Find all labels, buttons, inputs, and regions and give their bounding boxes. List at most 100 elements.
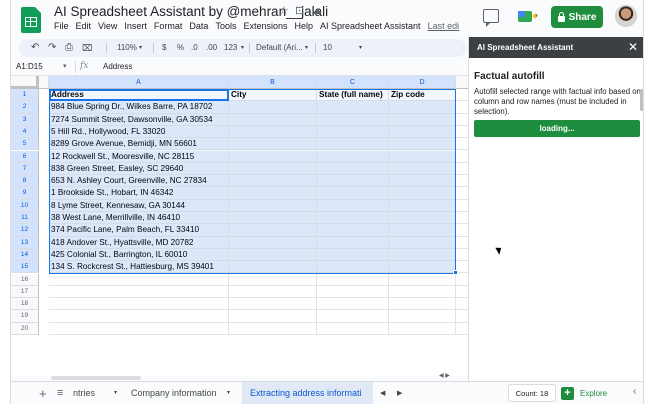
- row-header-8[interactable]: 8: [11, 175, 39, 188]
- side-panel-toggle-icon[interactable]: ‹: [633, 386, 636, 397]
- move-icon[interactable]: ⊡: [295, 4, 304, 17]
- tab-scroll-left-icon[interactable]: ◀: [380, 382, 385, 404]
- menu-file[interactable]: File: [54, 21, 69, 35]
- font-size-select[interactable]: 10: [323, 39, 332, 57]
- cell-e17[interactable]: [456, 286, 468, 299]
- close-icon[interactable]: ✕: [628, 37, 638, 58]
- cell-d19[interactable]: [389, 310, 456, 323]
- comment-icon[interactable]: [483, 9, 499, 27]
- cell-e11[interactable]: [456, 212, 468, 225]
- chevron-down-icon[interactable]: ▾: [114, 382, 117, 404]
- cell-c13[interactable]: [317, 236, 389, 249]
- cell-a6[interactable]: 12 Rockwell St., Mooresville, NC 28115: [49, 150, 229, 163]
- decrease-decimal-button[interactable]: .0: [191, 39, 198, 57]
- cell-a4[interactable]: 5 Hill Rd., Hollywood, FL 33020: [49, 125, 229, 139]
- cell-d12[interactable]: [389, 224, 456, 237]
- cell-d18[interactable]: [389, 298, 456, 311]
- row-header-10[interactable]: 10: [11, 199, 39, 212]
- cell-e5[interactable]: [456, 138, 468, 151]
- cell-a15[interactable]: 134 S. Rockcrest St., Hattiesburg, MS 39…: [49, 261, 229, 274]
- selection-count[interactable]: Count: 18: [508, 384, 556, 402]
- chevron-down-icon[interactable]: ▾: [139, 39, 142, 57]
- redo-icon[interactable]: ↷: [48, 39, 56, 57]
- row-header-2[interactable]: 2: [11, 101, 39, 114]
- cell-a9[interactable]: 1 Brookside St., Hobart, IN 46342: [49, 187, 229, 200]
- fill-handle[interactable]: [453, 270, 458, 275]
- cell-a19[interactable]: [49, 310, 229, 323]
- font-select[interactable]: Default (Ari...: [256, 39, 303, 57]
- menu-extensions[interactable]: Extensions: [243, 21, 287, 35]
- row-header-16[interactable]: 16: [11, 273, 39, 286]
- chevron-down-icon[interactable]: ▾: [227, 382, 230, 404]
- cell-c4[interactable]: [317, 125, 389, 139]
- cell-c5[interactable]: [317, 138, 389, 151]
- cell-a13[interactable]: 418 Andover St., Hyattsville, MD 20782: [49, 236, 229, 249]
- cell-d3[interactable]: [389, 113, 456, 126]
- row-header-5[interactable]: 5: [11, 138, 39, 151]
- menu-help[interactable]: Help: [294, 21, 313, 35]
- menu-tools[interactable]: Tools: [215, 21, 236, 35]
- cell-e13[interactable]: [456, 237, 468, 249]
- cell-d4[interactable]: [389, 125, 456, 139]
- cell-c11[interactable]: [317, 212, 389, 225]
- cell-a2[interactable]: 984 Blue Spring Dr., Wilkes Barre, PA 18…: [49, 101, 229, 114]
- row-header-17[interactable]: 17: [11, 285, 39, 299]
- cell-e18[interactable]: [456, 298, 468, 311]
- chevron-down-icon[interactable]: ▾: [241, 39, 244, 57]
- cell-c19[interactable]: [317, 310, 389, 323]
- cell-c12[interactable]: [317, 224, 389, 237]
- share-button[interactable]: Share: [551, 6, 603, 28]
- column-header-b[interactable]: B: [229, 76, 317, 89]
- menu-view[interactable]: View: [98, 21, 117, 35]
- column-header-d[interactable]: D: [389, 76, 456, 89]
- sidebar-scrollbar[interactable]: [640, 89, 643, 111]
- sheets-logo-icon[interactable]: [21, 7, 41, 33]
- cell-b13[interactable]: [229, 236, 317, 249]
- cell-d14[interactable]: [389, 248, 456, 262]
- cell-e3[interactable]: [456, 114, 468, 126]
- cell-a5[interactable]: 8289 Grove Avenue, Bemidji, MN 56601: [49, 138, 229, 151]
- cell-b1[interactable]: City: [229, 89, 317, 102]
- column-header-e[interactable]: [456, 76, 468, 89]
- horizontal-scrollbar[interactable]: [51, 376, 141, 380]
- cell-b14[interactable]: [229, 248, 317, 262]
- increase-decimal-button[interactable]: .00: [206, 39, 217, 57]
- row-header-6[interactable]: 6: [11, 150, 39, 163]
- cell-d2[interactable]: [389, 101, 456, 114]
- column-header-a[interactable]: A: [49, 76, 229, 89]
- cell-b9[interactable]: [229, 187, 317, 200]
- cell-a17[interactable]: [49, 285, 229, 299]
- avatar[interactable]: [615, 5, 637, 27]
- cell-c14[interactable]: [317, 248, 389, 262]
- row-header-18[interactable]: 18: [11, 298, 39, 311]
- cell-b5[interactable]: [229, 138, 317, 151]
- cell-c2[interactable]: [317, 101, 389, 114]
- row-header-20[interactable]: 20: [11, 322, 39, 335]
- cell-d1[interactable]: Zip code: [389, 89, 456, 102]
- cell-b10[interactable]: [229, 199, 317, 212]
- cell-b18[interactable]: [229, 298, 317, 311]
- cell-b6[interactable]: [229, 150, 317, 163]
- print-icon[interactable]: ⎙: [65, 39, 73, 57]
- cell-b7[interactable]: [229, 162, 317, 176]
- cell-e20[interactable]: [456, 323, 468, 335]
- cell-a3[interactable]: 7274 Summit Street, Dawsonville, GA 3053…: [49, 113, 229, 126]
- cell-c10[interactable]: [317, 199, 389, 212]
- row-header-12[interactable]: 12: [11, 224, 39, 237]
- tab-scroll-right-icon[interactable]: ▶: [397, 382, 402, 404]
- row-header-19[interactable]: 19: [11, 310, 39, 323]
- cell-a14[interactable]: 425 Colonial St., Barrington, IL 60010: [49, 248, 229, 262]
- tab-company-information[interactable]: Company information: [131, 382, 217, 404]
- cell-d10[interactable]: [389, 199, 456, 212]
- select-all-corner[interactable]: [11, 76, 39, 89]
- cell-b3[interactable]: [229, 113, 317, 126]
- cell-a12[interactable]: 374 Pacific Lane, Palm Beach, FL 33410: [49, 224, 229, 237]
- row-header-3[interactable]: 3: [11, 113, 39, 126]
- cell-a18[interactable]: [49, 298, 229, 311]
- cell-b15[interactable]: [229, 261, 317, 274]
- cell-c16[interactable]: [317, 273, 389, 286]
- cell-c15[interactable]: [317, 261, 389, 274]
- cell-c18[interactable]: [317, 298, 389, 311]
- cell-b12[interactable]: [229, 224, 317, 237]
- number-format-button[interactable]: 123: [224, 39, 237, 57]
